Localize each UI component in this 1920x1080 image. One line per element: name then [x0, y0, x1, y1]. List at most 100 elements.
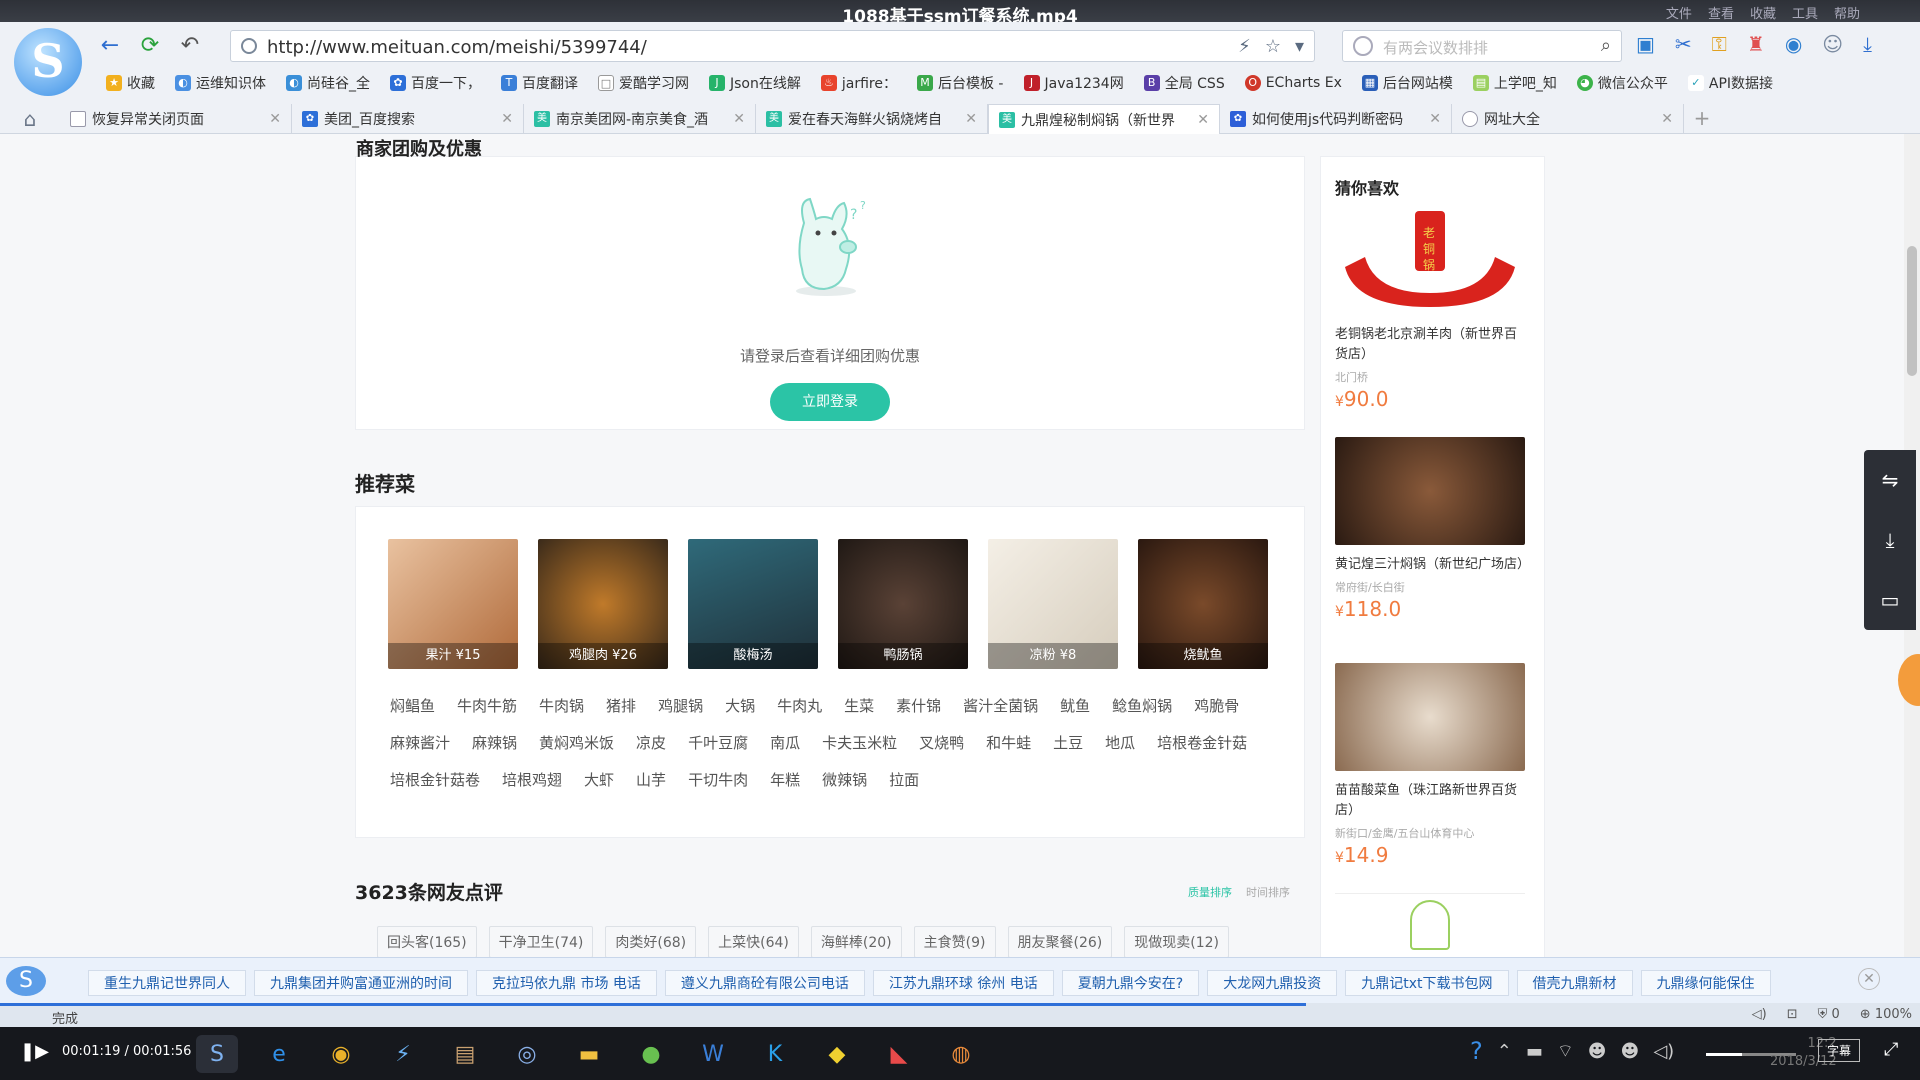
keyboard-icon[interactable]: ▬	[1526, 1041, 1543, 1062]
mute-icon[interactable]: ◁)	[1752, 1007, 1767, 1022]
key-icon[interactable]: ⚿	[1712, 32, 1727, 56]
delete-icon[interactable]: ▭	[1881, 588, 1900, 612]
bookmark-item[interactable]: ▤ 上学吧_知	[1463, 70, 1567, 96]
news-item[interactable]: 借壳九鼎新材	[1516, 970, 1633, 996]
ie-icon[interactable]: e	[258, 1035, 300, 1073]
dish-tag[interactable]: 微辣锅	[822, 769, 867, 790]
bookmark-item[interactable]: B 全局 CSS	[1134, 70, 1235, 96]
download-icon[interactable]: ⤓	[1886, 528, 1895, 552]
guess-item[interactable]: 苗苗酸菜鱼（珠江路新世界百货店） 新街口/金鹰/五台山体育中心 ¥14.9	[1335, 663, 1525, 867]
dish-tag[interactable]: 凉皮	[636, 732, 666, 753]
share-icon[interactable]: ⇋	[1882, 468, 1899, 492]
app-green-icon[interactable]: ●	[630, 1035, 672, 1073]
bookmark-item[interactable]: J Java1234网	[1014, 70, 1134, 96]
close-icon[interactable]: ✕	[1429, 111, 1441, 127]
guess-item[interactable]	[1335, 893, 1525, 953]
k-icon[interactable]: K	[754, 1035, 796, 1073]
review-tag[interactable]: 上菜快(64)	[708, 926, 799, 957]
dish-tag[interactable]: 大锅	[725, 695, 755, 716]
tab-restore[interactable]: 恢复异常关闭页面 ✕	[60, 104, 292, 134]
camera-icon[interactable]: ◉	[1785, 32, 1802, 56]
dish-tag[interactable]: 鲶鱼焖锅	[1112, 695, 1172, 716]
review-tag[interactable]: 肉类好(68)	[605, 926, 697, 957]
news-item[interactable]: 重生九鼎记世界同人	[88, 970, 246, 996]
close-icon[interactable]: ✕	[1197, 112, 1209, 128]
bookmark-item[interactable]: ✓ API数据接	[1678, 70, 1783, 96]
star-icon[interactable]: ☆	[1265, 36, 1281, 57]
menu-view[interactable]: 查看	[1708, 3, 1734, 22]
guess-item[interactable]: 老铜锅 老铜锅老北京涮羊肉（新世界百货店） 北门桥 ¥90.0	[1335, 207, 1525, 411]
close-icon[interactable]: ✕	[501, 111, 513, 127]
bookmark-item[interactable]: ★ 收藏	[96, 70, 165, 96]
volume-icon[interactable]: ◁)	[1653, 1041, 1674, 1062]
dish-tag[interactable]: 鸡腿锅	[658, 695, 703, 716]
dish-card[interactable]: 鸡腿肉 ¥26	[538, 539, 668, 669]
login-button[interactable]: 立即登录	[770, 383, 890, 421]
refresh-icon[interactable]: ⟳	[136, 32, 164, 60]
browser-logo[interactable]: S	[14, 28, 82, 96]
bookmark-item[interactable]: J Json在线解	[699, 70, 811, 96]
menu-file[interactable]: 文件	[1666, 3, 1692, 22]
review-tag[interactable]: 回头客(165)	[377, 926, 477, 957]
face-icon[interactable]: ☺	[1822, 32, 1843, 56]
close-icon[interactable]: ✕	[1661, 111, 1673, 127]
news-item[interactable]: 大龙网九鼎投资	[1207, 970, 1338, 996]
dish-tag[interactable]: 麻辣锅	[472, 732, 517, 753]
word-icon[interactable]: W	[692, 1035, 734, 1073]
dish-tag[interactable]: 和牛蛙	[986, 732, 1031, 753]
wifi-icon[interactable]: ⌔	[1557, 1040, 1574, 1063]
help-icon[interactable]: ?	[1470, 1037, 1483, 1065]
browser-search-box[interactable]: 有两会议数排排 ⌕	[1342, 30, 1622, 62]
address-url[interactable]: http://www.meituan.com/meishi/5399744/	[267, 37, 647, 58]
people-icon[interactable]: ☻	[1621, 1041, 1640, 1062]
bookmark-item[interactable]: ◐ 尚硅谷_全	[276, 70, 380, 96]
network-icon[interactable]: ◎	[506, 1035, 548, 1073]
scissors-icon[interactable]: ✂	[1675, 32, 1692, 56]
subtitle-button[interactable]: 字幕	[1818, 1039, 1861, 1062]
menu-help[interactable]: 帮助	[1834, 3, 1860, 22]
chevron-up-icon[interactable]: ⌃	[1497, 1041, 1512, 1062]
dish-tag[interactable]: 鱿鱼	[1060, 695, 1090, 716]
dish-tag[interactable]: 培根鸡翅	[502, 769, 562, 790]
bookmark-item[interactable]: ◐ 运维知识体	[165, 70, 276, 96]
tab-seafood[interactable]: 美爱在春天海鲜火锅烧烤自 ✕	[756, 104, 988, 134]
dish-tag[interactable]: 土豆	[1053, 732, 1083, 753]
close-icon[interactable]: ✕	[965, 111, 977, 127]
dish-tag[interactable]: 大虾	[584, 769, 614, 790]
news-item[interactable]: 夏朝九鼎今安在?	[1061, 970, 1200, 996]
news-item[interactable]: 九鼎集团并购富通亚洲的时间	[254, 970, 468, 996]
dish-tag[interactable]: 拉面	[889, 769, 919, 790]
dish-tag[interactable]: 麻辣酱汁	[390, 732, 450, 753]
app-orange-icon[interactable]: ◍	[940, 1035, 982, 1073]
dish-tag[interactable]: 焖鲳鱼	[390, 695, 435, 716]
chrome-icon[interactable]: ◉	[320, 1035, 362, 1073]
sort-time[interactable]: 时间排序	[1246, 884, 1290, 900]
close-icon[interactable]: ✕	[269, 111, 281, 127]
dish-tag[interactable]: 黄焖鸡米饭	[539, 732, 614, 753]
bookmark-item[interactable]: ♨ jarfire：	[811, 70, 907, 96]
dish-tag[interactable]: 牛肉锅	[539, 695, 584, 716]
tab-meituan-nanjing[interactable]: 美南京美团网-南京美食_酒 ✕	[524, 104, 756, 134]
bookmark-item[interactable]: ▦ 后台网站模	[1352, 70, 1463, 96]
dropdown-icon[interactable]: ▾	[1295, 36, 1304, 57]
dish-card[interactable]: 鸭肠锅	[838, 539, 968, 669]
close-icon[interactable]: ✕	[1858, 968, 1880, 990]
bookmark-item[interactable]: ◕ 微信公众平	[1567, 70, 1678, 96]
review-tag[interactable]: 主食赞(9)	[913, 926, 996, 957]
bookmark-item[interactable]: M 后台模板 -	[907, 70, 1014, 96]
dish-card[interactable]: 酸梅汤	[688, 539, 818, 669]
people-icon[interactable]: ☻	[1588, 1041, 1607, 1062]
home-icon[interactable]: ⌂	[0, 104, 60, 134]
address-bar[interactable]: http://www.meituan.com/meishi/5399744/ ⚡…	[230, 30, 1315, 62]
menu-tools[interactable]: 工具	[1792, 3, 1818, 22]
dish-tag[interactable]: 生菜	[844, 695, 874, 716]
dish-tag[interactable]: 山芋	[636, 769, 666, 790]
sort-quality[interactable]: 质量排序	[1188, 884, 1232, 900]
bookmark-item[interactable]: ✿ 百度一下，	[380, 70, 491, 96]
dish-tag[interactable]: 素什锦	[896, 695, 941, 716]
news-item[interactable]: 遵义九鼎商砼有限公司电话	[664, 970, 865, 996]
undo-icon[interactable]: ↶	[176, 32, 204, 60]
dish-tag[interactable]: 干切牛肉	[688, 769, 748, 790]
dish-tag[interactable]: 年糕	[770, 769, 800, 790]
review-tag[interactable]: 现做现卖(12)	[1124, 926, 1229, 957]
